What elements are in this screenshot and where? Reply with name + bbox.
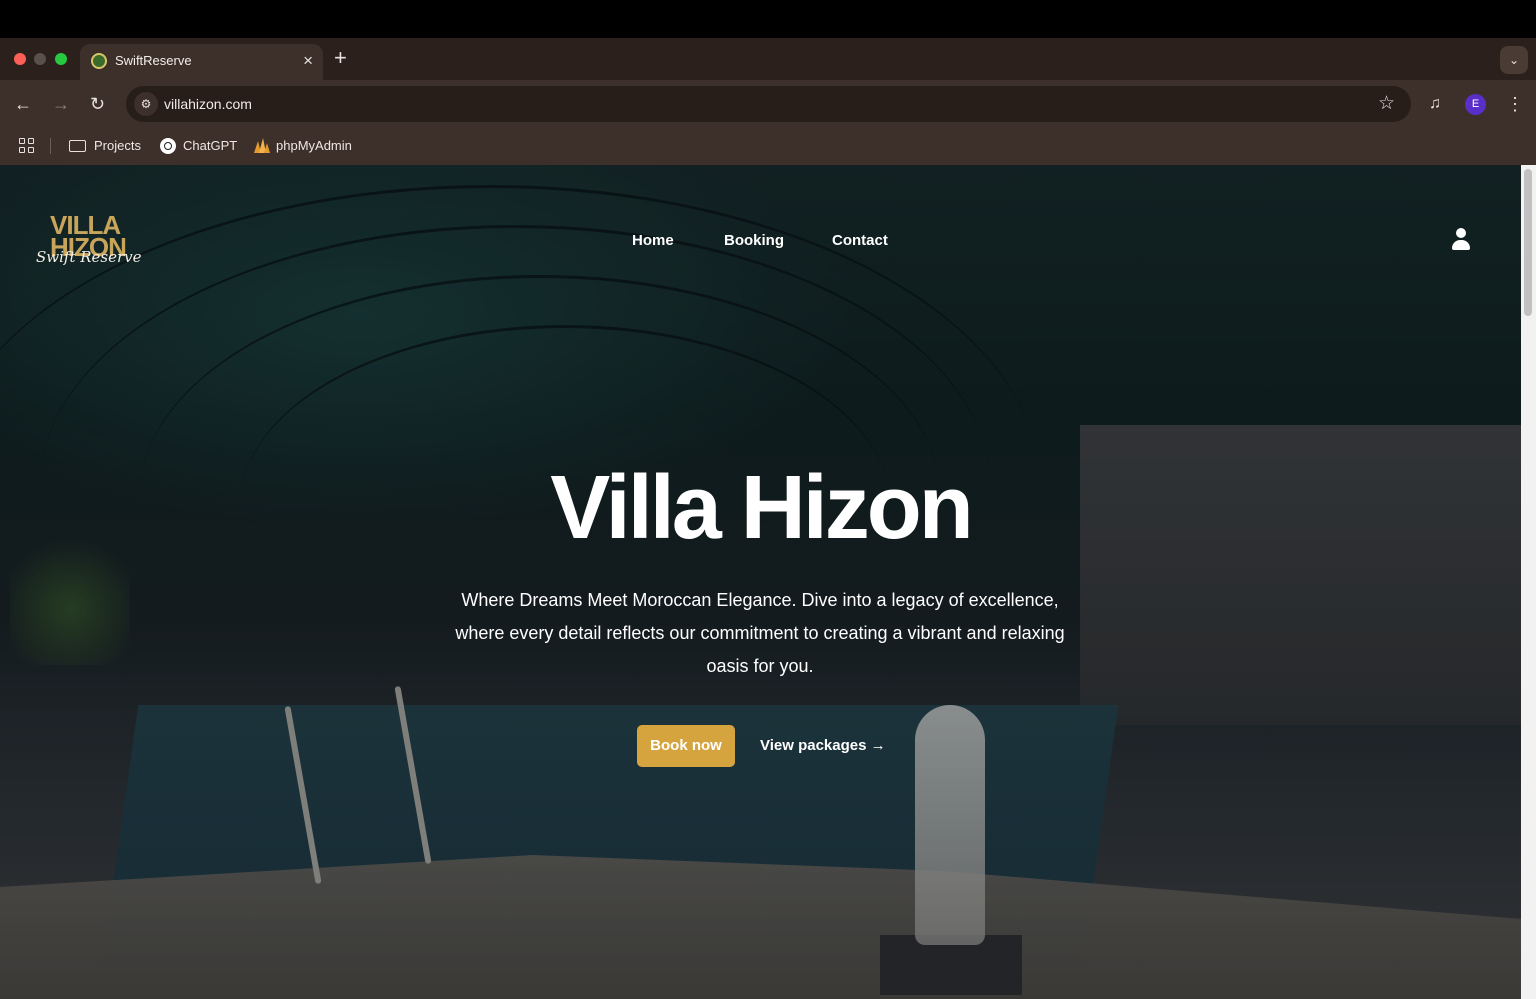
site-info-icon[interactable]: ⚙ xyxy=(134,92,158,116)
bookmark-chatgpt[interactable]: ChatGPT xyxy=(183,138,237,154)
forward-button[interactable]: → xyxy=(52,92,70,116)
reload-button[interactable]: ↻ xyxy=(90,92,105,116)
browser-tab-active[interactable]: SwiftReserve × xyxy=(80,44,323,80)
scrollbar-thumb[interactable] xyxy=(1524,169,1532,316)
maximize-window-button[interactable] xyxy=(55,53,67,65)
nav-home[interactable]: Home xyxy=(632,232,674,250)
nav-booking[interactable]: Booking xyxy=(724,232,784,250)
user-account-icon[interactable] xyxy=(1452,228,1470,252)
media-control-icon[interactable]: ♫ xyxy=(1429,93,1441,115)
close-window-button[interactable] xyxy=(14,53,26,65)
tab-title: SwiftReserve xyxy=(115,53,192,68)
view-packages-link[interactable]: View packages → xyxy=(760,737,886,755)
site-favicon-icon xyxy=(91,53,107,69)
new-tab-button[interactable]: + xyxy=(334,46,347,70)
chatgpt-icon xyxy=(160,138,176,154)
bookmark-projects[interactable]: Projects xyxy=(94,138,141,154)
url-text[interactable]: villahizon.com xyxy=(164,96,252,112)
folder-icon xyxy=(69,140,86,152)
browser-menu-icon[interactable]: ⋮ xyxy=(1506,92,1524,116)
logo-script-text: Swift Reserve xyxy=(36,248,142,266)
tab-close-icon[interactable]: × xyxy=(303,51,313,71)
hero-subtitle: Where Dreams Meet Moroccan Elegance. Div… xyxy=(455,590,1065,676)
screen-top-bar xyxy=(0,0,1536,38)
hero-overlay xyxy=(0,165,1521,999)
hero-title: Villa Hizon xyxy=(550,458,973,558)
apps-grid-icon[interactable] xyxy=(19,138,35,154)
back-button[interactable]: ← xyxy=(14,92,32,116)
profile-avatar[interactable]: E xyxy=(1465,94,1486,115)
minimize-window-button[interactable] xyxy=(34,53,46,65)
hero-background xyxy=(0,165,1521,999)
address-bar[interactable]: ⚙ villahizon.com ☆ xyxy=(126,86,1411,122)
site-logo[interactable]: VILLA HIZON Swift Reserve xyxy=(36,212,142,274)
nav-contact[interactable]: Contact xyxy=(832,232,888,250)
phpmyadmin-icon xyxy=(254,138,270,153)
bookmark-star-icon[interactable]: ☆ xyxy=(1378,92,1395,116)
bookmarks-divider xyxy=(50,138,51,154)
tab-search-button[interactable]: ⌄ xyxy=(1500,46,1528,74)
bookmark-phpmyadmin[interactable]: phpMyAdmin xyxy=(276,138,352,154)
book-now-button[interactable]: Book now xyxy=(637,725,735,767)
